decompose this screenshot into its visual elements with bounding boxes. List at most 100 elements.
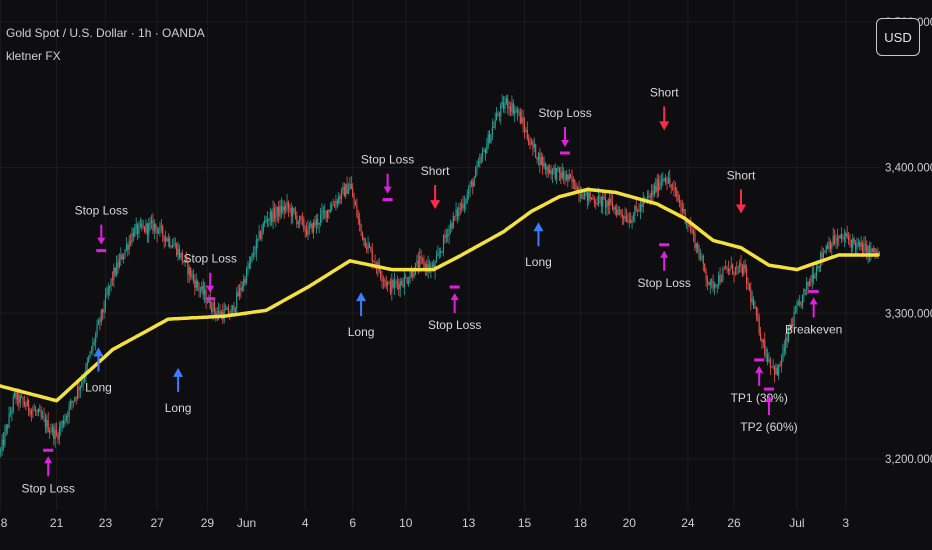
candle-body — [529, 144, 531, 146]
candle — [194, 274, 196, 296]
candle — [746, 264, 748, 291]
candle — [679, 194, 681, 208]
candle-body — [272, 208, 274, 222]
candle — [507, 94, 509, 115]
candle-body — [12, 397, 14, 411]
candle-body — [173, 245, 175, 247]
candle-body — [409, 276, 411, 282]
candle — [518, 108, 520, 117]
candle-body — [829, 241, 831, 249]
candle — [459, 202, 461, 216]
candle — [188, 264, 190, 284]
candle — [333, 200, 336, 209]
candle — [472, 178, 474, 195]
candle-body — [704, 264, 706, 272]
candle-body — [753, 299, 755, 309]
candle-body — [78, 387, 80, 391]
candle-body — [389, 282, 391, 293]
candle — [540, 151, 542, 166]
indicator-name: kletner FX — [6, 49, 61, 63]
candle — [611, 194, 614, 211]
candle-body — [870, 248, 872, 254]
candle — [2, 431, 5, 452]
candle — [537, 152, 540, 166]
time-tick-label: 26 — [727, 516, 741, 530]
candle-body — [139, 223, 141, 225]
candle-body — [93, 342, 95, 344]
candle — [667, 171, 669, 184]
candle-body — [328, 210, 330, 212]
candle — [89, 351, 91, 359]
candle — [318, 222, 320, 233]
candle-body — [695, 243, 697, 248]
candle-body — [271, 211, 273, 222]
candle-body — [89, 351, 91, 358]
candle-body — [514, 110, 516, 114]
candle — [113, 263, 115, 288]
candle-body — [804, 289, 806, 290]
candle — [72, 400, 74, 408]
candle-body — [7, 425, 9, 428]
candle-body — [592, 197, 594, 200]
candle-body — [698, 251, 700, 259]
candle — [723, 265, 725, 270]
candle — [146, 222, 148, 243]
candle-body — [63, 421, 65, 425]
candle — [368, 241, 371, 249]
candle-body — [331, 204, 333, 210]
candle — [170, 244, 172, 249]
candle — [652, 183, 654, 202]
candle — [394, 272, 396, 295]
candle — [568, 168, 570, 182]
candle-body — [282, 206, 284, 213]
candle-body — [33, 409, 35, 411]
candle — [12, 393, 14, 415]
candle-body — [688, 225, 690, 226]
candle — [320, 207, 322, 227]
long-label: Long — [165, 401, 192, 415]
candle-body — [5, 425, 7, 431]
candle — [245, 266, 248, 285]
candle-body — [265, 219, 267, 221]
candle-body — [366, 247, 368, 250]
candle-body — [818, 266, 820, 269]
candle — [166, 236, 168, 242]
candle-body — [357, 216, 359, 220]
candle — [440, 247, 442, 258]
candle — [69, 398, 72, 410]
candle-body — [468, 192, 470, 195]
candle — [625, 208, 628, 223]
price-chart[interactable]: Long Long Long Long Short Short Short Stop Loss… — [0, 0, 932, 550]
candle-body — [528, 138, 530, 145]
candle-body — [338, 196, 340, 204]
candle — [648, 190, 650, 202]
candle — [395, 279, 397, 288]
candle — [236, 287, 238, 316]
candle-body — [54, 429, 56, 440]
candle-body — [751, 299, 753, 302]
candle — [195, 273, 197, 291]
candle — [53, 424, 55, 446]
candle-body — [384, 280, 386, 282]
candle-body — [616, 209, 618, 215]
candle-body — [794, 311, 797, 313]
candle — [773, 365, 776, 383]
candle — [65, 413, 67, 423]
candle — [782, 343, 784, 363]
candle-body — [269, 211, 271, 220]
candle — [550, 165, 552, 180]
candle-body — [540, 157, 542, 166]
candle-body — [846, 233, 848, 237]
candle — [285, 202, 287, 215]
currency-button[interactable]: USD — [876, 18, 920, 56]
candle-body — [504, 103, 506, 109]
candle — [198, 282, 200, 298]
candle-body — [551, 168, 553, 175]
candle — [151, 214, 153, 230]
candle — [780, 353, 783, 373]
candle-body — [293, 208, 295, 212]
candle — [475, 165, 477, 178]
candle-body — [308, 226, 310, 228]
candle — [558, 166, 560, 182]
candle-body — [290, 208, 292, 217]
